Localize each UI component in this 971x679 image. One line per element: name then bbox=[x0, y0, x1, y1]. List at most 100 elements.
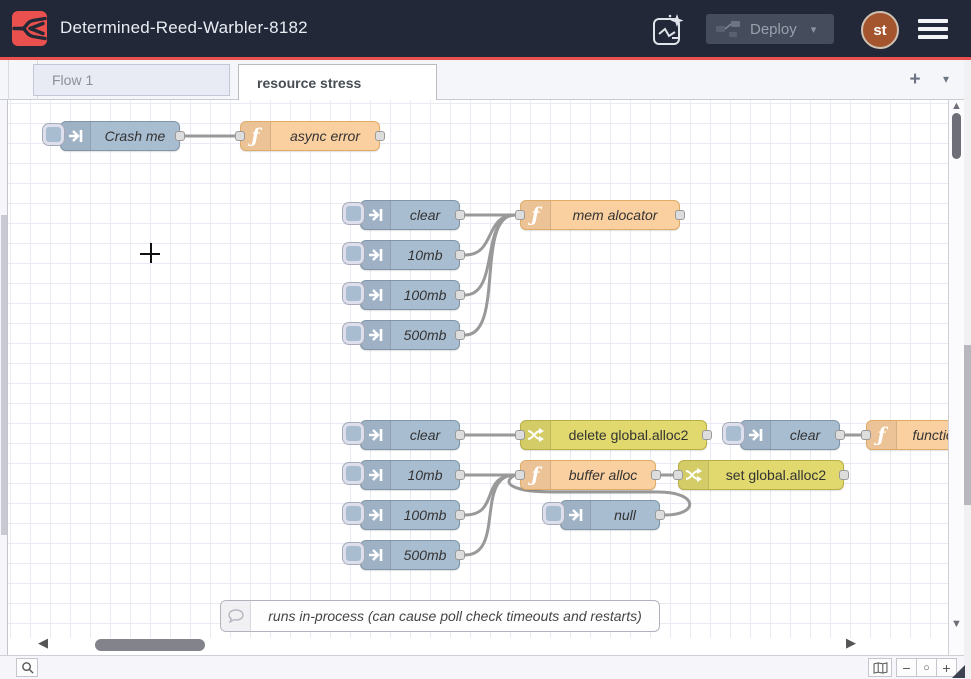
inject-button[interactable] bbox=[43, 124, 64, 145]
horizontal-scroll-thumb[interactable] bbox=[95, 639, 205, 651]
inject-button[interactable] bbox=[343, 423, 364, 444]
inject-arrow-icon bbox=[361, 541, 391, 569]
node-label: clear bbox=[771, 421, 839, 449]
search-button[interactable] bbox=[16, 658, 38, 677]
vertical-scrollbar[interactable]: ▲ ▼ bbox=[948, 100, 964, 655]
flowfuse-logo-icon[interactable] bbox=[12, 11, 47, 46]
output-port[interactable] bbox=[455, 330, 465, 340]
input-port[interactable] bbox=[673, 470, 683, 480]
output-port[interactable] bbox=[455, 250, 465, 260]
comment-node[interactable]: runs in-process (can cause poll check ti… bbox=[220, 600, 660, 632]
inject-node-crash-me[interactable]: Crash me bbox=[60, 121, 180, 151]
inject-node-100mb-2[interactable]: 100mb bbox=[360, 500, 460, 530]
deploy-options-caret[interactable]: ▾ bbox=[811, 23, 817, 36]
deploy-nodes-icon bbox=[716, 21, 740, 37]
browser-scrollbar[interactable] bbox=[964, 60, 971, 679]
inject-button[interactable] bbox=[343, 283, 364, 304]
palette-scroll-thumb[interactable] bbox=[1, 215, 7, 535]
inject-button[interactable] bbox=[343, 543, 364, 564]
scroll-left-arrow[interactable]: ◀ bbox=[38, 635, 48, 651]
resize-grip[interactable] bbox=[952, 665, 965, 678]
input-port[interactable] bbox=[515, 430, 525, 440]
instance-title: Determined-Reed-Warbler-8182 bbox=[60, 18, 308, 38]
inject-button[interactable] bbox=[723, 423, 744, 444]
ai-assistant-icon[interactable] bbox=[650, 12, 686, 48]
flow-canvas[interactable]: Crash me ƒ async error clear 10mb 100mb bbox=[8, 100, 948, 655]
function-node-buffer-alloc[interactable]: ƒ buffer alloc bbox=[520, 460, 656, 490]
inject-node-100mb[interactable]: 100mb bbox=[360, 280, 460, 310]
tab-resource-stress-label: resource stress bbox=[257, 75, 361, 91]
zoom-reset-button[interactable]: ○ bbox=[916, 658, 937, 677]
output-port[interactable] bbox=[455, 210, 465, 220]
scroll-right-arrow[interactable]: ▶ bbox=[846, 635, 856, 651]
inject-arrow-icon bbox=[361, 281, 391, 309]
main-menu-icon[interactable] bbox=[918, 19, 948, 41]
inject-button[interactable] bbox=[343, 463, 364, 484]
output-port[interactable] bbox=[175, 131, 185, 141]
inject-button[interactable] bbox=[543, 503, 564, 524]
output-port[interactable] bbox=[651, 470, 661, 480]
node-label: clear bbox=[391, 421, 459, 449]
input-port[interactable] bbox=[515, 470, 525, 480]
node-label: 100mb bbox=[391, 501, 459, 529]
deploy-label: Deploy bbox=[750, 21, 797, 38]
input-port[interactable] bbox=[235, 131, 245, 141]
inject-arrow-icon bbox=[361, 241, 391, 269]
user-avatar[interactable]: st bbox=[861, 11, 899, 49]
inject-button[interactable] bbox=[343, 243, 364, 264]
inject-node-clear-2[interactable]: clear bbox=[360, 420, 460, 450]
inject-node-10mb[interactable]: 10mb bbox=[360, 240, 460, 270]
footer-toolbar: − ○ + bbox=[0, 655, 964, 679]
wire-layer bbox=[8, 100, 948, 655]
change-node-delete-global-alloc2[interactable]: delete global.alloc2 bbox=[520, 420, 707, 450]
output-port[interactable] bbox=[702, 430, 712, 440]
collapsed-palette bbox=[0, 100, 8, 655]
output-port[interactable] bbox=[455, 510, 465, 520]
inject-node-10mb-2[interactable]: 10mb bbox=[360, 460, 460, 490]
output-port[interactable] bbox=[839, 470, 849, 480]
inject-node-500mb[interactable]: 500mb bbox=[360, 320, 460, 350]
node-label: 10mb bbox=[391, 241, 459, 269]
inject-button[interactable] bbox=[343, 203, 364, 224]
output-port[interactable] bbox=[375, 131, 385, 141]
inject-button[interactable] bbox=[343, 503, 364, 524]
scroll-up-arrow[interactable]: ▲ bbox=[951, 100, 962, 112]
zoom-out-button[interactable]: − bbox=[896, 658, 917, 677]
inject-arrow-icon bbox=[561, 501, 591, 529]
change-node-set-global-alloc2[interactable]: set global.alloc2 bbox=[678, 460, 844, 490]
function-node-function[interactable]: ƒ function bbox=[866, 420, 948, 450]
inject-node-500mb-2[interactable]: 500mb bbox=[360, 540, 460, 570]
add-flow-button[interactable]: + bbox=[903, 68, 927, 92]
output-port[interactable] bbox=[455, 470, 465, 480]
vertical-scroll-thumb[interactable] bbox=[952, 113, 961, 159]
input-port[interactable] bbox=[515, 210, 525, 220]
output-port[interactable] bbox=[655, 510, 665, 520]
inject-button[interactable] bbox=[343, 323, 364, 344]
output-port[interactable] bbox=[455, 430, 465, 440]
output-port[interactable] bbox=[455, 290, 465, 300]
input-port[interactable] bbox=[861, 430, 871, 440]
tab-resource-stress[interactable]: resource stress bbox=[238, 64, 437, 101]
deploy-button[interactable]: Deploy ▾ bbox=[706, 14, 834, 44]
inject-node-clear[interactable]: clear bbox=[360, 200, 460, 230]
node-label: Crash me bbox=[91, 122, 179, 150]
tab-flow-1[interactable]: Flow 1 bbox=[33, 64, 230, 96]
flow-list-button[interactable]: ▾ bbox=[936, 72, 956, 90]
inject-arrow-icon bbox=[741, 421, 771, 449]
inject-node-clear-3[interactable]: clear bbox=[740, 420, 840, 450]
function-node-mem-alocator[interactable]: ƒ mem alocator bbox=[520, 200, 680, 230]
node-label: 500mb bbox=[391, 321, 459, 349]
inject-node-null[interactable]: null bbox=[560, 500, 660, 530]
output-port[interactable] bbox=[455, 550, 465, 560]
inject-arrow-icon bbox=[61, 122, 91, 150]
output-port[interactable] bbox=[675, 210, 685, 220]
output-port[interactable] bbox=[835, 430, 845, 440]
browser-scroll-thumb[interactable] bbox=[964, 345, 971, 505]
scroll-down-arrow[interactable]: ▼ bbox=[951, 618, 962, 630]
inject-arrow-icon bbox=[361, 421, 391, 449]
comment-bubble-icon bbox=[221, 601, 251, 631]
function-node-async-error[interactable]: ƒ async error bbox=[240, 121, 380, 151]
node-label: mem alocator bbox=[551, 201, 679, 229]
minimap-button[interactable] bbox=[868, 658, 892, 677]
map-icon bbox=[873, 662, 888, 674]
